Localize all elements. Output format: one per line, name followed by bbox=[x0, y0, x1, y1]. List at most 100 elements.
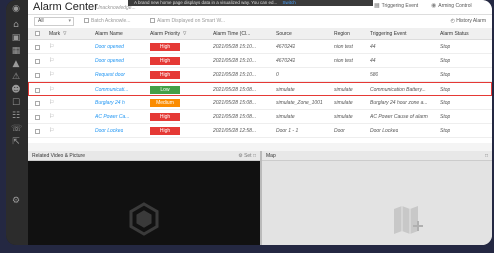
alarm-status-cell: Stop bbox=[440, 87, 451, 93]
flag-icon[interactable]: ⚐ bbox=[49, 83, 54, 97]
column-header-alarm-name[interactable]: Alarm Name bbox=[95, 28, 123, 40]
maximize-icon[interactable]: □ bbox=[253, 153, 256, 159]
batch-acknowledge-label: Batch Acknowle... bbox=[91, 18, 131, 24]
sidebar-phone-icon[interactable]: ☏ bbox=[11, 124, 22, 134]
sidebar-grid-icon[interactable]: ▦ bbox=[11, 46, 21, 56]
source-cell: simulate bbox=[276, 87, 295, 93]
maximize-icon[interactable]: □ bbox=[485, 153, 488, 159]
row-checkbox[interactable] bbox=[35, 101, 40, 106]
column-header-alarm-status[interactable]: Alarm Status bbox=[440, 28, 469, 40]
flag-icon[interactable]: ⚐ bbox=[49, 54, 54, 68]
page-title: Alarm Center bbox=[33, 1, 98, 13]
column-header-triggering-event[interactable]: Triggering Event bbox=[370, 28, 407, 40]
table-row[interactable]: ⚐ Request door High 2021/05/28 15:10... … bbox=[28, 68, 492, 82]
source-cell: 4670242 bbox=[276, 58, 296, 64]
triggering-event-cell: Burglary 24 hour zone a... bbox=[370, 100, 428, 106]
triggering-event-cell: Door Locked bbox=[370, 128, 399, 134]
row-checkbox[interactable] bbox=[35, 59, 40, 64]
column-header-alarm-priority[interactable]: Alarm Priority ∇ bbox=[150, 28, 186, 40]
alarm-name-cell[interactable]: Request door bbox=[95, 68, 125, 82]
sidebar-alarm-icon[interactable]: ⚠ bbox=[11, 72, 21, 82]
sidebar-access-icon[interactable]: ☷ bbox=[11, 111, 21, 121]
sidebar-home-icon[interactable]: ⌂ bbox=[11, 20, 21, 30]
smart-wall-checkbox[interactable]: Alarm Displayed on Smart W... bbox=[150, 18, 225, 25]
flag-icon[interactable]: ⚐ bbox=[49, 110, 54, 124]
flag-icon[interactable]: ⚐ bbox=[49, 68, 54, 82]
alarm-time-cell: 2021/05/28 15:10... bbox=[213, 58, 257, 64]
priority-badge: Low bbox=[150, 86, 180, 94]
arming-control-button[interactable]: ◉ Arming Control bbox=[431, 2, 472, 10]
priority-badge: High bbox=[150, 71, 180, 79]
alarm-name-cell[interactable]: AC Power Ca... bbox=[95, 110, 129, 124]
table-row[interactable]: ⚐ Door opened High 2021/05/28 15:10... 4… bbox=[28, 54, 492, 68]
triggering-event-cell: 44 bbox=[370, 58, 376, 64]
table-header: Mark ∇ Alarm Name Alarm Priority ∇ Alarm T… bbox=[28, 28, 492, 40]
map-placeholder-icon bbox=[394, 206, 423, 234]
video-set-button[interactable]: Set bbox=[244, 153, 252, 159]
table-row[interactable]: ⚐ AC Power Ca... High 2021/05/28 15:08..… bbox=[28, 110, 492, 124]
map-panel-title: Map bbox=[266, 153, 276, 159]
triggering-event-button[interactable]: ▦ Triggering Event bbox=[374, 2, 418, 10]
app-logo-icon: ◉ bbox=[12, 4, 20, 14]
alarm-status-cell: Stop bbox=[440, 100, 451, 106]
flag-icon[interactable]: ⚐ bbox=[49, 124, 54, 138]
table-row-selected[interactable]: ⚐ Communicati... Low 2021/05/28 15:08...… bbox=[28, 82, 492, 96]
alarm-status-cell: Stop bbox=[440, 72, 451, 78]
banner-switch-link[interactable]: Switch bbox=[283, 0, 296, 5]
column-header-alarm-time[interactable]: Alarm Time (Cl... bbox=[213, 28, 250, 40]
alarm-name-cell[interactable]: Door opened bbox=[95, 40, 124, 54]
trigger-icon: ▦ bbox=[374, 2, 380, 9]
sidebar-device-icon[interactable]: ☐ bbox=[11, 98, 21, 108]
sidebar-map-icon[interactable]: ▲ bbox=[11, 59, 21, 69]
sidebar-settings-icon[interactable]: ⚙ bbox=[11, 196, 21, 206]
select-all-checkbox[interactable] bbox=[35, 31, 40, 36]
map-panel-header: Map □ bbox=[262, 151, 492, 161]
source-cell: simulate_Zone_1001 bbox=[276, 100, 323, 106]
row-checkbox[interactable] bbox=[35, 73, 40, 78]
alarm-status-cell: Stop bbox=[440, 58, 451, 64]
column-header-region[interactable]: Region bbox=[334, 28, 350, 40]
sidebar-person-icon[interactable]: ☻ bbox=[11, 85, 21, 95]
video-panel-actions: ⚙ Set □ bbox=[238, 151, 256, 161]
source-cell: 4670242 bbox=[276, 44, 296, 50]
alarm-name-cell[interactable]: Communicati... bbox=[95, 83, 128, 97]
source-cell: 0 bbox=[276, 72, 279, 78]
history-alarm-label: History Alarm bbox=[456, 18, 486, 24]
table-row[interactable]: ⚐ Door opened High 2021/05/28 15:10... 4… bbox=[28, 40, 492, 54]
history-alarm-button[interactable]: ◴ History Alarm bbox=[451, 18, 487, 25]
alarm-name-cell[interactable]: Burglary 24 h bbox=[95, 96, 125, 110]
region-cell: simulate bbox=[334, 87, 353, 93]
filter-select-value: All bbox=[38, 18, 44, 24]
sidebar-gun-icon[interactable]: ⇱ bbox=[11, 137, 21, 147]
alarm-time-cell: 2021/05/28 15:08... bbox=[213, 114, 257, 120]
filter-icon[interactable]: ∇ bbox=[183, 31, 186, 37]
table-row[interactable]: ⚐ Door Locked High 2021/05/28 12:58... D… bbox=[28, 124, 492, 138]
filter-select[interactable]: All ▾ bbox=[34, 17, 74, 26]
alarm-time-cell: 2021/05/28 15:08... bbox=[213, 87, 257, 93]
filter-icon[interactable]: ∇ bbox=[63, 31, 66, 37]
arming-icon: ◉ bbox=[431, 2, 437, 9]
table-row[interactable]: ⚐ Burglary 24 h Medium 2021/05/28 15:08.… bbox=[28, 96, 492, 110]
row-checkbox[interactable] bbox=[35, 115, 40, 120]
batch-acknowledge-button[interactable]: Batch Acknowle... bbox=[84, 18, 130, 25]
region-cell: nion test bbox=[334, 44, 353, 50]
smart-wall-label: Alarm Displayed on Smart W... bbox=[157, 18, 226, 24]
alarm-time-cell: 2021/05/28 15:08... bbox=[213, 100, 257, 106]
priority-badge: High bbox=[150, 43, 180, 51]
alarm-name-cell[interactable]: Door opened bbox=[95, 54, 124, 68]
row-checkbox[interactable] bbox=[35, 129, 40, 134]
column-header-source[interactable]: Source bbox=[276, 28, 292, 40]
batch-acknowledge-icon bbox=[84, 18, 89, 24]
alarm-status-cell: Stop bbox=[440, 114, 451, 120]
sidebar-video-icon[interactable]: ▣ bbox=[11, 33, 21, 43]
flag-icon[interactable]: ⚐ bbox=[49, 40, 54, 54]
column-header-mark[interactable]: Mark ∇ bbox=[49, 28, 66, 40]
row-checkbox[interactable] bbox=[35, 88, 40, 93]
row-checkbox[interactable] bbox=[35, 45, 40, 50]
flag-icon[interactable]: ⚐ bbox=[49, 96, 54, 110]
alarm-name-cell[interactable]: Door Locked bbox=[95, 124, 123, 138]
triggering-event-label: Triggering Event bbox=[381, 3, 419, 9]
source-cell: Door 1 - 1 bbox=[276, 128, 299, 134]
outer-frame: ◉ ⌂ ▣ ▦ ▲ ⚠ ☻ ☐ ☷ ☏ ⇱ ⚙ Alarm Center Una… bbox=[0, 0, 494, 253]
triggering-event-cell: Communication Battery... bbox=[370, 87, 426, 93]
